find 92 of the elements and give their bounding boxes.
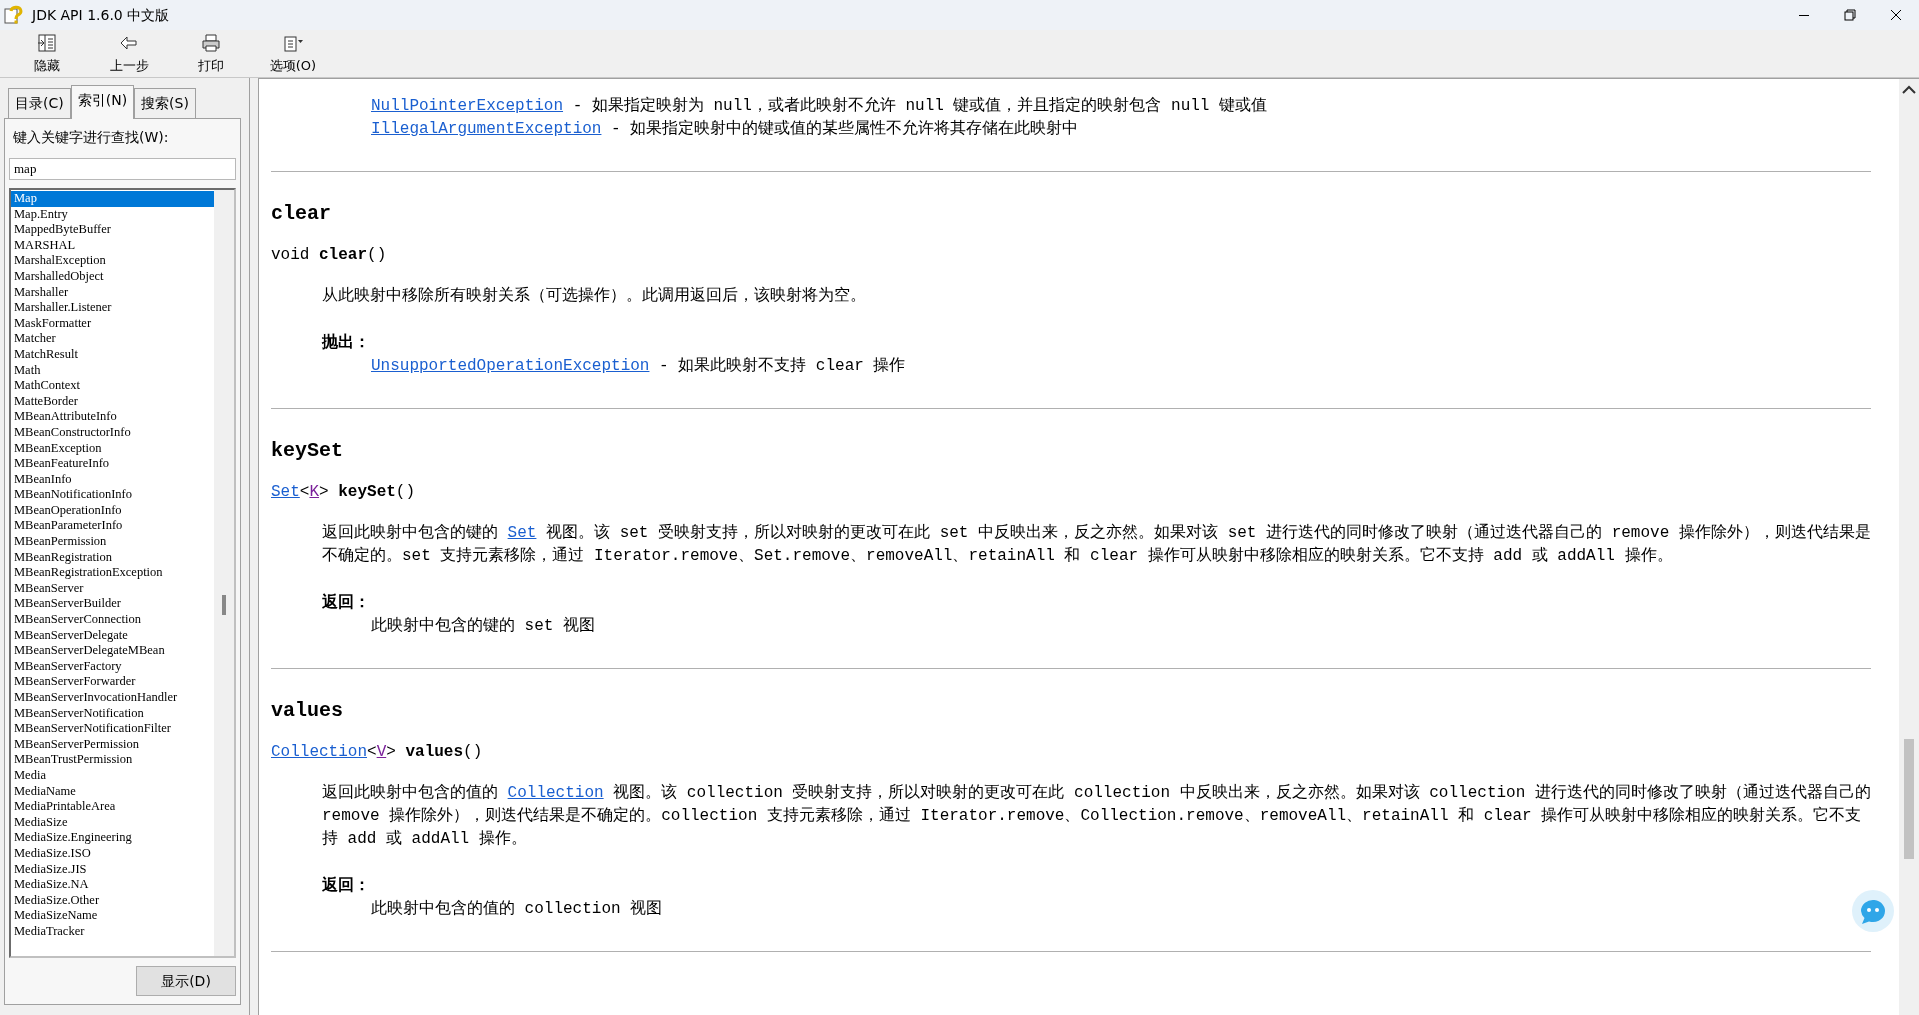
chat-icon[interactable]: [1851, 889, 1895, 933]
tab[interactable]: 搜索(S): [134, 88, 196, 118]
list-item[interactable]: MBeanServerInvocationHandler: [11, 690, 214, 706]
list-item[interactable]: MBeanServerBuilder: [11, 596, 214, 613]
section-label: 抛出：: [322, 332, 371, 354]
toolbar-button[interactable]: 隐藏: [14, 30, 80, 77]
scrollbar-thumb[interactable]: [222, 595, 226, 615]
list-item[interactable]: MediaSize.NA: [11, 877, 214, 893]
link[interactable]: Set: [271, 483, 300, 501]
link[interactable]: K: [309, 483, 320, 501]
list-item[interactable]: MBeanServerForwarder: [11, 674, 214, 690]
list-item[interactable]: MBeanConstructorInfo: [11, 424, 214, 441]
method-description: 返回此映射中包含的键的 Set 视图。该 set 受映射支持，所以对映射的更改可在此 set 中反映出来，反之亦然。如果对该 set 进行迭代的同时修改了映射（通过迭代器自己的 remove 操作除外），则迭代结果是不确定的。set 支持元素移除，通过 Iterator.remove、Set.remove、removeAll、retainAll 和 clear 操作可从映射中移除相应的映射关系。它不支持 add 或 addAll 操作。: [322, 522, 1871, 567]
list-item[interactable]: MBeanServerNotification: [11, 705, 214, 722]
list-item[interactable]: Map.Entry: [11, 206, 214, 223]
detail-text: 此映射中包含的值的 collection 视图: [371, 899, 664, 920]
list-item[interactable]: MediaSizeName: [11, 908, 214, 924]
method-name: clear: [271, 201, 332, 227]
list-item[interactable]: MBeanServerNotificationFilter: [11, 721, 214, 737]
list-item[interactable]: MBeanNotificationInfo: [11, 487, 214, 503]
list-item[interactable]: MBeanFeatureInfo: [11, 456, 214, 472]
list-item[interactable]: Math: [11, 362, 214, 379]
link[interactable]: V: [376, 743, 387, 761]
help-book-icon: [4, 5, 24, 25]
list-item[interactable]: Matcher: [11, 331, 214, 347]
detail-text: NullPointerException - 如果指定映射为 null，或者此映射不允许 null 键或值，并且指定的映射包含 null 键或值: [371, 95, 1269, 117]
list-item[interactable]: MBeanServerConnection: [11, 612, 214, 628]
list-item[interactable]: MathContext: [11, 378, 214, 394]
link[interactable]: UnsupportedOperationException: [371, 357, 650, 375]
tab[interactable]: 索引(N): [70, 85, 135, 119]
list-item[interactable]: MediaSize.JIS: [11, 861, 214, 878]
list-item[interactable]: Map: [11, 191, 214, 207]
list-item[interactable]: MBeanServer: [11, 580, 214, 597]
link[interactable]: Collection: [271, 743, 367, 761]
section-label: 返回：: [322, 875, 371, 897]
method-description: 从此映射中移除所有映射关系（可选操作）。此调用返回后，该映射将为空。: [322, 285, 867, 307]
window-title: JDK API 1.6.0 中文版: [32, 5, 170, 25]
toolbar-button[interactable]: 上一步: [96, 30, 162, 77]
list-item[interactable]: MappedByteBuffer: [11, 222, 214, 238]
list-item[interactable]: MBeanRegistrationException: [11, 565, 214, 581]
list-item[interactable]: MediaName: [11, 783, 214, 800]
list-item[interactable]: MBeanServerDelegateMBean: [11, 643, 214, 659]
scrollbar-thumb[interactable]: [1904, 739, 1914, 859]
list-item[interactable]: MBeanParameterInfo: [11, 518, 214, 535]
list-item[interactable]: MARSHAL: [11, 237, 214, 254]
toolbar-button[interactable]: 选项(O): [260, 30, 326, 77]
list-item[interactable]: MediaSize.Other: [11, 892, 214, 909]
show-button[interactable]: 显示(D): [136, 966, 236, 996]
list-item[interactable]: MatchResult: [11, 346, 214, 363]
detail-text: 此映射中包含的键的 set 视图: [371, 616, 596, 637]
list-item[interactable]: Marshaller.Listener: [11, 300, 214, 316]
method-signature: Set<K> keySet(): [271, 482, 417, 503]
list-item[interactable]: MBeanPermission: [11, 534, 214, 550]
method-name: keySet: [271, 438, 344, 464]
list-item[interactable]: MBeanServerFactory: [11, 658, 214, 675]
section-label: 返回：: [322, 592, 371, 614]
link[interactable]: NullPointerException: [371, 97, 564, 115]
list-item[interactable]: MBeanOperationInfo: [11, 502, 214, 519]
list-item[interactable]: MatteBorder: [11, 393, 214, 410]
list-item[interactable]: MediaSize.Engineering: [11, 830, 214, 846]
detail-text: UnsupportedOperationException - 如果此映射不支持 clear 操作: [371, 356, 907, 377]
method-signature: Collection<V> values(): [271, 742, 484, 763]
list-item[interactable]: MarshalledObject: [11, 268, 214, 285]
method-signature: void clear(): [271, 245, 388, 266]
list-item[interactable]: MediaTracker: [11, 923, 214, 940]
method-name: values: [271, 698, 344, 724]
search-field[interactable]: map: [9, 158, 236, 180]
list-item[interactable]: Marshaller: [11, 284, 214, 301]
list-item[interactable]: MaskFormatter: [11, 315, 214, 332]
detail-text: IllegalArgumentException - 如果指定映射中的键或值的某些属性不允许将其存储在此映射中: [371, 118, 1080, 140]
method-description: 返回此映射中包含的值的 Collection 视图。该 collection 受映射支持，所以对映射的更改可在此 collection 中反映出来，反之亦然。如果对该 collection 进行迭代的同时修改了映射（通过迭代器自己的 remove 操作除外），则迭代结果是不确定的。collection 支持元素移除，通过 Iterator.remove、Collection.remove、removeAll、retainAll 和 clear 操作可从映射中移除相应的映射关系。它不支持 add 或 addAll 操作。: [322, 782, 1871, 850]
list-item[interactable]: Media: [11, 767, 214, 784]
link[interactable]: Set: [507, 524, 537, 542]
search-label: 键入关键字进行查找(W):: [13, 128, 170, 147]
list-item[interactable]: MBeanServerPermission: [11, 736, 214, 753]
printer-icon: [200, 31, 222, 54]
list-item[interactable]: MarshalException: [11, 253, 214, 269]
tab[interactable]: 目录(C): [8, 88, 71, 118]
link[interactable]: Collection: [507, 784, 604, 802]
list-item[interactable]: MBeanRegistration: [11, 549, 214, 566]
list-item[interactable]: MBeanTrustPermission: [11, 752, 214, 768]
link[interactable]: IllegalArgumentException: [371, 120, 602, 138]
minimize-icon: [1799, 14, 1809, 16]
list-item[interactable]: MediaSize: [11, 814, 214, 831]
panel-icon: [36, 31, 58, 54]
toolbar-button[interactable]: 打印: [178, 30, 244, 77]
list-item[interactable]: MBeanInfo: [11, 471, 214, 488]
list-item[interactable]: MBeanServerDelegate: [11, 627, 214, 644]
list-item[interactable]: MBeanAttributeInfo: [11, 409, 214, 425]
list-item[interactable]: MBeanException: [11, 440, 214, 457]
list-item[interactable]: MediaPrintableArea: [11, 799, 214, 815]
list-item[interactable]: MediaSize.ISO: [11, 845, 214, 862]
